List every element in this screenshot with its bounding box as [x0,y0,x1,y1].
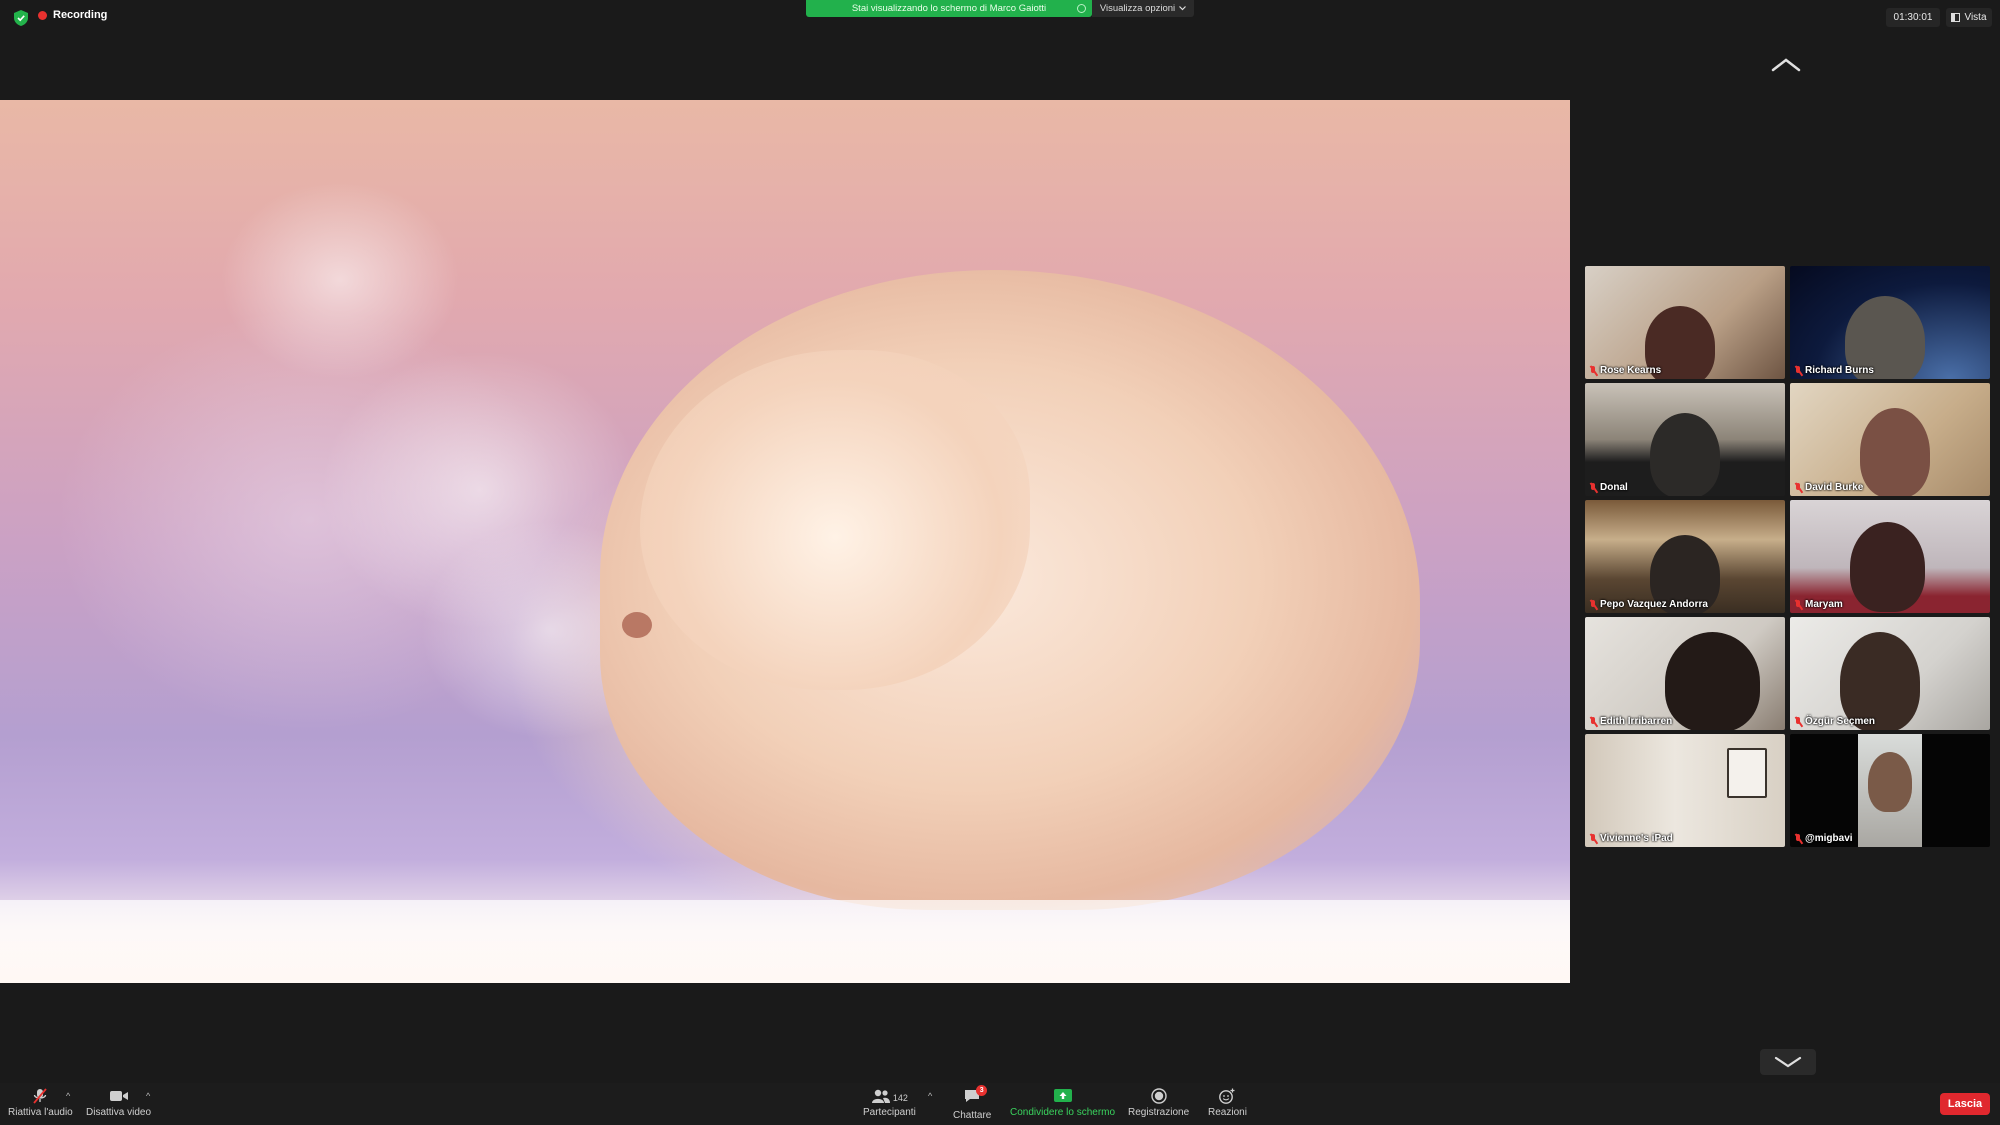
video-options-caret-icon[interactable]: ^ [146,1091,150,1101]
participant-tile[interactable]: Edith Irribarren [1585,617,1785,730]
chat-unread-badge: 3 [976,1085,988,1096]
participant-name: Vivienne's iPad [1600,833,1673,844]
share-screen-button[interactable]: Condividere lo schermo [1010,1088,1115,1118]
top-bar: Recording Stai visualizzando lo schermo … [0,0,2000,34]
shared-screen[interactable] [0,100,1570,983]
participants-label: Partecipanti [863,1107,916,1118]
reactions-button[interactable]: Reazioni [1208,1088,1247,1118]
gallery-scroll-down-button[interactable] [1760,1049,1816,1075]
unmute-button[interactable]: Riattiva l'audio [8,1088,73,1118]
mic-muted-icon [1590,833,1597,844]
participant-name: Maryam [1805,599,1843,610]
chevron-up-icon[interactable] [1770,56,1802,74]
share-screen-icon [1053,1089,1072,1102]
participant-tile[interactable]: Pepo Vazquez Andorra [1585,500,1785,613]
participant-name: Özgür Seçmen [1805,716,1876,727]
participant-video [1850,522,1925,612]
recording-dot-icon [38,10,47,20]
chat-label: Chattare [953,1110,992,1121]
participant-tile[interactable]: @migbavi [1790,734,1990,847]
mic-muted-icon [1795,365,1802,376]
view-button[interactable]: Vista [1946,8,1992,27]
fox-nose [622,612,652,638]
participant-video [1665,632,1760,730]
participants-button[interactable]: 142 Partecipanti [863,1088,916,1118]
share-status-icon [1077,4,1086,13]
meeting-toolbar: Riattiva l'audio ^ Disattiva video ^ 142… [0,1083,2000,1125]
participant-tile[interactable]: Rose Kearns [1585,266,1785,379]
leave-meeting-button[interactable]: Lascia [1940,1093,1990,1115]
smoke-wisp [220,180,460,380]
participants-icon [871,1089,890,1103]
participant-face [1868,752,1912,812]
record-label: Registrazione [1128,1107,1190,1118]
mic-muted-icon [1590,482,1597,493]
video-label: Disattiva video [86,1107,152,1118]
screen-share-banner: Stai visualizzando lo schermo di Marco G… [806,0,1092,17]
participant-tile[interactable]: Donal [1585,383,1785,496]
participant-tile[interactable]: Maryam [1790,500,1990,613]
reactions-emoji-icon [1219,1088,1235,1104]
share-screen-label: Condividere lo schermo [1010,1107,1116,1118]
participant-gallery: Rose Kearns Richard Burns Donal David Bu… [1585,266,1990,848]
mic-muted-icon [1795,599,1802,610]
meeting-timer: 01:30:01 [1886,8,1940,27]
participant-name: David Burke [1805,482,1864,493]
chat-button[interactable]: 3 Chattare [953,1085,992,1121]
layout-icon [1951,13,1961,22]
recording-indicator[interactable]: Recording [38,9,107,21]
participant-name: Pepo Vazquez Andorra [1600,599,1708,610]
reactions-label: Reazioni [1208,1107,1247,1118]
participant-tile[interactable]: Richard Burns [1790,266,1990,379]
record-button[interactable]: Registrazione [1128,1088,1189,1118]
mic-muted-icon [1795,833,1802,844]
participant-tile[interactable]: David Burke [1790,383,1990,496]
share-banner-text: Stai visualizzando lo schermo di Marco G… [851,3,1047,14]
view-options-label: Visualizza opzioni [1099,3,1176,14]
participants-count: 142 [892,1092,908,1103]
participant-video [1650,413,1720,496]
snow-ground [0,900,1570,983]
video-camera-icon [109,1091,128,1101]
participant-tile[interactable]: Özgür Seçmen [1790,617,1990,730]
view-label: Vista [1964,12,1987,23]
mic-muted-icon [1795,716,1802,727]
chevron-down-icon [1179,6,1187,11]
stop-video-button[interactable]: Disattiva video [86,1088,151,1118]
participant-name: Richard Burns [1805,365,1874,376]
chevron-down-icon [1774,1056,1802,1068]
participant-name: @migbavi [1805,833,1853,844]
participants-options-caret-icon[interactable]: ^ [928,1091,932,1101]
participant-name: Donal [1600,482,1628,493]
mic-muted-icon [33,1088,48,1104]
record-icon [1150,1088,1167,1104]
participant-name: Edith Irribarren [1600,716,1673,727]
mic-muted-icon [1590,599,1597,610]
mic-muted-icon [1590,365,1597,376]
unmute-label: Riattiva l'audio [8,1107,73,1118]
security-shield-icon[interactable] [14,10,28,26]
participant-video [1727,748,1767,798]
audio-options-caret-icon[interactable]: ^ [66,1091,70,1101]
view-options-button[interactable]: Visualizza opzioni [1092,0,1194,17]
participant-name: Rose Kearns [1600,365,1662,376]
recording-label: Recording [53,9,108,21]
mic-muted-icon [1795,482,1802,493]
participant-video [1860,408,1930,496]
participant-tile[interactable]: Vivienne's iPad [1585,734,1785,847]
mic-muted-icon [1590,716,1597,727]
